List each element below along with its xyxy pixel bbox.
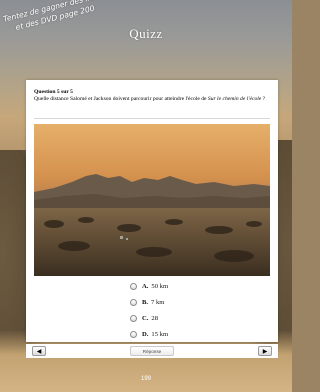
quiz-navigation: ◀ Réponse ▶ — [26, 344, 278, 358]
option-letter: B. — [142, 298, 149, 306]
question-photo — [34, 124, 270, 276]
option-text: 15 km — [151, 330, 169, 338]
question-text-title: Sur le chemin de l'école — [207, 96, 262, 102]
option-text: 28 — [151, 314, 159, 322]
option-text: 7 km — [151, 298, 165, 306]
radio-icon[interactable] — [130, 314, 137, 322]
option-text: 50 km — [151, 282, 169, 290]
option-b[interactable]: B. 7 km — [130, 296, 168, 308]
radio-icon[interactable] — [130, 298, 137, 306]
question-number: Question 5 sur 5 — [34, 89, 73, 95]
previous-button[interactable]: ◀ — [32, 346, 46, 356]
question-text: Quelle distance Salomé et Jackson doiven… — [34, 96, 270, 104]
landscape-illustration — [34, 124, 270, 276]
page-title: Quizz — [129, 26, 163, 41]
arrow-left-icon: ◀ — [36, 347, 42, 355]
option-letter: C. — [142, 314, 149, 322]
next-button[interactable]: ▶ — [258, 346, 272, 356]
radio-icon[interactable] — [130, 282, 137, 290]
option-a[interactable]: A. 50 km — [130, 280, 168, 292]
quiz-panel: Question 5 sur 5 Quelle distance Salomé … — [26, 80, 278, 342]
question-text-suffix: ? — [261, 96, 266, 102]
radio-icon[interactable] — [130, 330, 137, 338]
divider — [34, 118, 270, 119]
question-text-prefix: Quelle distance Salomé et Jackson doiven… — [34, 96, 208, 102]
answer-button[interactable]: Réponse — [130, 346, 174, 356]
page-number: 199 — [140, 376, 151, 382]
arrow-right-icon: ▶ — [262, 347, 268, 355]
option-d[interactable]: D. 15 km — [130, 328, 168, 340]
question-header: Question 5 sur 5 Quelle distance Salomé … — [34, 88, 270, 104]
option-c[interactable]: C. 28 — [130, 312, 168, 324]
answer-options: A. 50 km B. 7 km C. 28 D. 15 km — [130, 280, 168, 344]
option-letter: D. — [142, 330, 149, 338]
option-letter: A. — [142, 282, 149, 290]
